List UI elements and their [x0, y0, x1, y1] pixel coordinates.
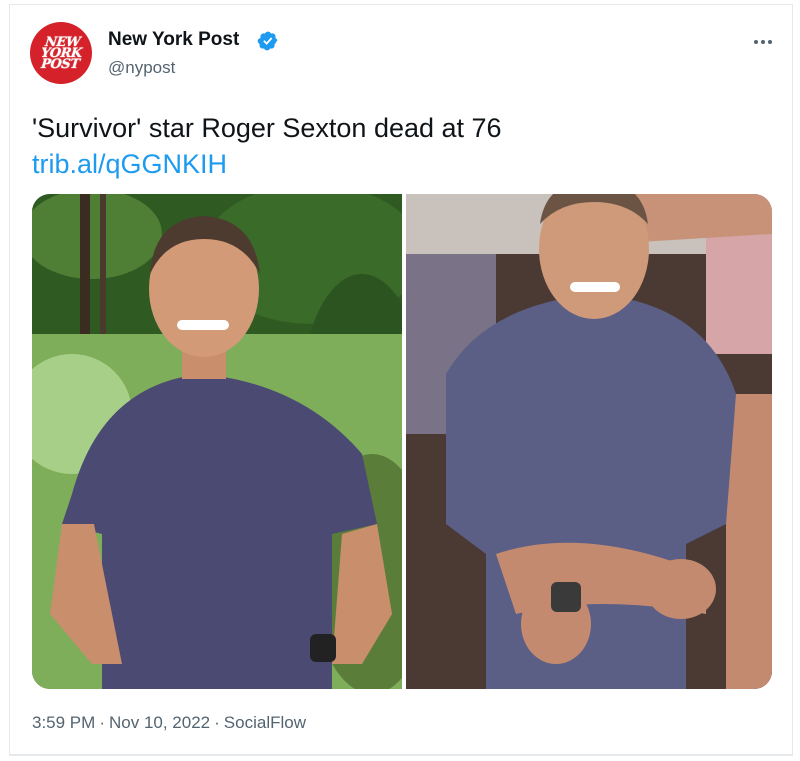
tweet-link[interactable]: trib.al/qGGNKIH — [32, 149, 227, 180]
separator: · — [99, 713, 105, 732]
avatar[interactable]: NEW YORK POST — [30, 22, 92, 84]
verified-badge-icon — [257, 31, 278, 51]
photo-right[interactable] — [406, 194, 772, 689]
tweet-card[interactable]: NEW YORK POST New York Post @nypost 'Survi… — [9, 4, 793, 756]
tweet-time[interactable]: 3:59 PM — [32, 713, 95, 732]
portrait-photo-icon — [32, 194, 402, 689]
author-name[interactable]: New York Post — [108, 29, 239, 51]
divider — [10, 754, 792, 755]
tweet-media[interactable] — [32, 194, 772, 689]
tweet-metadata: 3:59 PM · Nov 10, 2022 · SocialFlow — [32, 713, 306, 733]
separator: · — [214, 713, 220, 732]
portrait-photo-icon — [406, 194, 772, 689]
author-handle[interactable]: @nypost — [108, 58, 175, 78]
photo-left[interactable] — [32, 194, 402, 689]
tweet-text: 'Survivor' star Roger Sexton dead at 76 — [32, 113, 502, 143]
new-york-post-logo: NEW YORK POST — [39, 34, 83, 72]
tweet-date[interactable]: Nov 10, 2022 — [109, 713, 210, 732]
more-options-icon[interactable] — [748, 31, 778, 53]
tweet-source[interactable]: SocialFlow — [224, 713, 306, 732]
